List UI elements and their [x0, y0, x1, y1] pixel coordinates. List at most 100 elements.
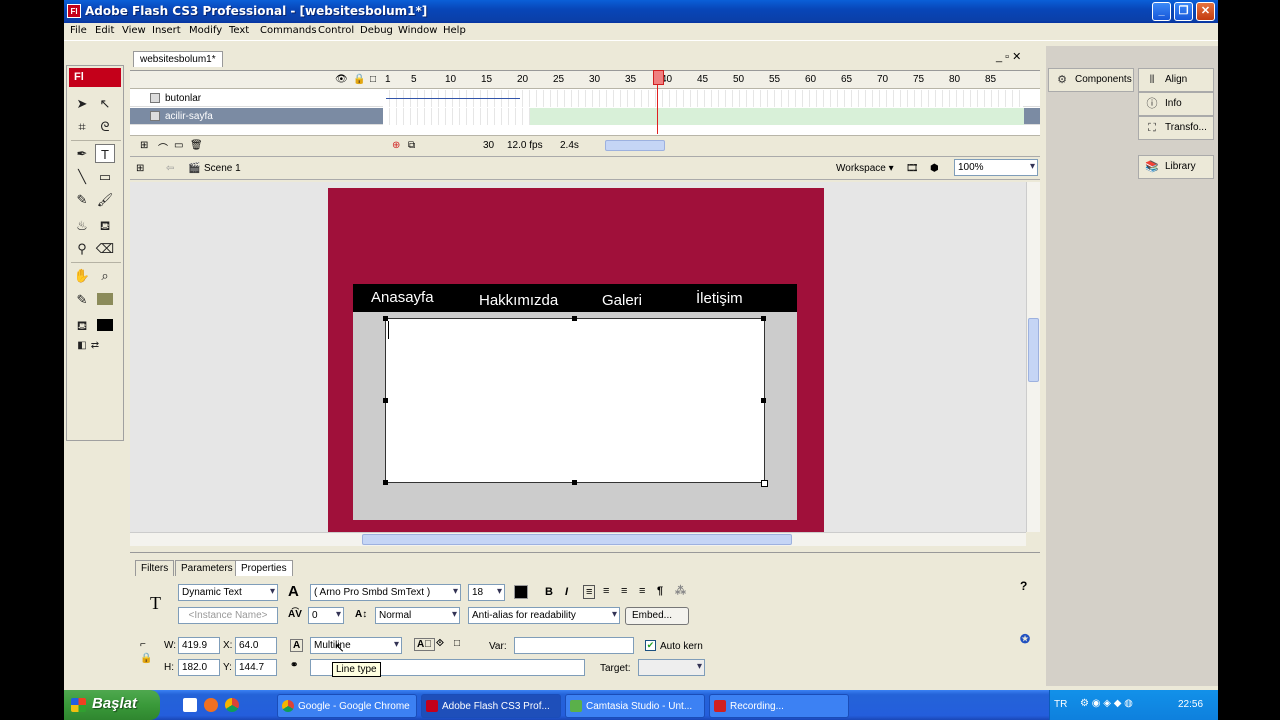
chrome-quicklaunch-icon[interactable] [225, 698, 239, 712]
library-panel-button[interactable]: 📚 Library [1138, 155, 1214, 179]
show-border-icon[interactable]: ⟐ [436, 638, 444, 649]
menu-modify[interactable]: Modify [189, 25, 222, 36]
tab-filters[interactable]: Filters [135, 560, 175, 576]
nav-anasayfa[interactable]: Anasayfa [371, 289, 434, 306]
back-arrow-icon[interactable]: ⇦ [166, 163, 174, 174]
show-desktop-icon[interactable] [183, 698, 197, 712]
layer-row-selected[interactable]: acilir-sayfa [130, 108, 1040, 125]
nav-iletisim[interactable]: İletişim [696, 290, 743, 307]
nav-hakkimizda[interactable]: Hakkımızda [479, 292, 558, 309]
target-select[interactable] [638, 659, 705, 676]
new-layer-icon[interactable]: ⊞ [140, 140, 148, 151]
menu-window[interactable]: Window [398, 25, 437, 36]
menu-view[interactable]: View [122, 25, 146, 36]
font-size-field[interactable]: 18 [468, 584, 505, 601]
task-camtasia[interactable]: Camtasia Studio - Unt... [565, 694, 705, 718]
accessibility-icon[interactable]: ✪ [1020, 632, 1030, 646]
eye-icon[interactable]: 👁 [335, 74, 348, 85]
eraser-tool-icon[interactable]: ⌫ [95, 239, 115, 258]
language-indicator[interactable]: TR [1054, 699, 1067, 710]
lock-icon[interactable]: 🔒 [353, 74, 365, 85]
new-folder-icon[interactable]: ▭ [174, 140, 183, 151]
embed-button[interactable]: Embed... [625, 607, 689, 625]
nav-galeri[interactable]: Galeri [602, 292, 642, 309]
edit-scene-icon[interactable]: 🎞 [906, 163, 919, 174]
info-panel-button[interactable]: ⓘ Info [1138, 92, 1214, 116]
menu-text[interactable]: Text [229, 25, 249, 36]
menu-file[interactable]: File [70, 25, 87, 36]
horizontal-scroll-thumb[interactable] [362, 534, 792, 545]
align-left-icon[interactable]: ≡ [583, 585, 596, 599]
menu-help[interactable]: Help [443, 25, 466, 36]
character-position-select[interactable]: Normal [375, 607, 460, 624]
bold-icon[interactable]: B [545, 586, 553, 598]
render-html-icon[interactable]: A⃞ [414, 638, 435, 651]
timeline-toggle-icon[interactable]: ⊞ [136, 163, 144, 174]
scene-name[interactable]: Scene 1 [204, 163, 241, 174]
doc-window-controls-icon[interactable]: _ ▫ ✕ [996, 50, 1021, 63]
center-frame-icon[interactable]: ⊕ [392, 140, 400, 151]
components-panel-button[interactable]: ⚙ Components [1048, 68, 1134, 92]
start-button[interactable]: Başlat [64, 690, 160, 720]
layer-name[interactable]: acilir-sayfa [165, 111, 213, 122]
resize-handle[interactable] [761, 480, 768, 487]
menu-debug[interactable]: Debug [360, 25, 393, 36]
horizontal-scrollbar[interactable] [130, 532, 1026, 546]
y-field[interactable]: 144.7 [235, 659, 277, 676]
layer-row[interactable]: butonlar [130, 90, 1040, 107]
letter-spacing-field[interactable]: 0 [308, 607, 344, 624]
workspace-menu[interactable]: Workspace ▾ [836, 163, 894, 174]
edit-symbols-icon[interactable]: ⬢ [930, 163, 939, 174]
firefox-quicklaunch-icon[interactable] [204, 698, 218, 712]
lasso-tool-icon[interactable]: ᘓ [95, 117, 115, 136]
brush-tool-icon[interactable]: 🖌 [95, 190, 115, 209]
tab-parameters[interactable]: Parameters [175, 560, 239, 576]
layer-name[interactable]: butonlar [165, 93, 201, 104]
stroke-color-icon[interactable]: ✎ [72, 290, 92, 309]
font-select[interactable]: ( Arno Pro Smbd SmText ) [310, 584, 461, 601]
onion-skin-icon[interactable]: ⧉ [408, 140, 415, 151]
paragraph-format-icon[interactable]: ¶ [657, 585, 663, 597]
instance-name-input[interactable]: <Instance Name> [178, 607, 278, 624]
justify-icon[interactable]: ≡ [639, 585, 645, 597]
menu-insert[interactable]: Insert [152, 25, 181, 36]
menu-edit[interactable]: Edit [95, 25, 114, 36]
document-tab[interactable]: websitesbolum1* [133, 51, 223, 67]
align-panel-button[interactable]: ⫴ Align [1138, 68, 1214, 92]
close-button[interactable]: ✕ [1196, 2, 1215, 21]
pen-tool-icon[interactable]: ✒ [72, 144, 92, 163]
tab-properties[interactable]: Properties [235, 560, 293, 576]
transform-panel-button[interactable]: ⛶ Transfo... [1138, 116, 1214, 140]
border-box-icon[interactable]: □ [454, 638, 460, 649]
tray-icons[interactable]: ⚙ ◉ ◈ ◆ ◍ [1080, 698, 1133, 709]
free-transform-tool-icon[interactable]: ⌗ [72, 117, 92, 136]
help-icon[interactable]: ? [1020, 579, 1027, 593]
var-input[interactable] [514, 637, 634, 654]
task-chrome[interactable]: Google - Google Chrome [277, 694, 417, 718]
resize-handle[interactable] [572, 480, 577, 485]
outline-icon[interactable]: □ [370, 74, 376, 85]
align-right-icon[interactable]: ≡ [621, 585, 627, 597]
ink-bottle-tool-icon[interactable]: ♨ [72, 216, 92, 235]
task-recording[interactable]: Recording... [709, 694, 849, 718]
add-guide-icon[interactable]: ⌒ [158, 140, 168, 155]
selection-tool-icon[interactable]: ➤ [72, 94, 92, 113]
auto-kern-checkbox[interactable]: ✔ [645, 640, 656, 651]
resize-handle[interactable] [383, 398, 388, 403]
subselection-tool-icon[interactable]: ↖ [95, 94, 115, 113]
resize-handle[interactable] [761, 316, 766, 321]
playhead[interactable] [653, 70, 664, 134]
task-flash[interactable]: Adobe Flash CS3 Prof... [421, 694, 561, 718]
text-tool-icon[interactable]: T [95, 144, 115, 163]
x-field[interactable]: 64.0 [235, 637, 277, 654]
lock-icon[interactable]: 🔒 [140, 653, 152, 664]
vertical-scrollbar[interactable] [1026, 182, 1040, 532]
line-type-select[interactable]: Multiline [310, 637, 402, 654]
text-type-select[interactable]: Dynamic Text [178, 584, 278, 601]
line-tool-icon[interactable]: ╲ [72, 167, 92, 186]
zoom-select[interactable]: 100% [954, 159, 1038, 176]
resize-handle[interactable] [383, 316, 388, 321]
stroke-color-swatch[interactable] [95, 290, 115, 309]
zoom-tool-icon[interactable]: ⌕ [95, 266, 115, 285]
resize-handle[interactable] [761, 398, 766, 403]
